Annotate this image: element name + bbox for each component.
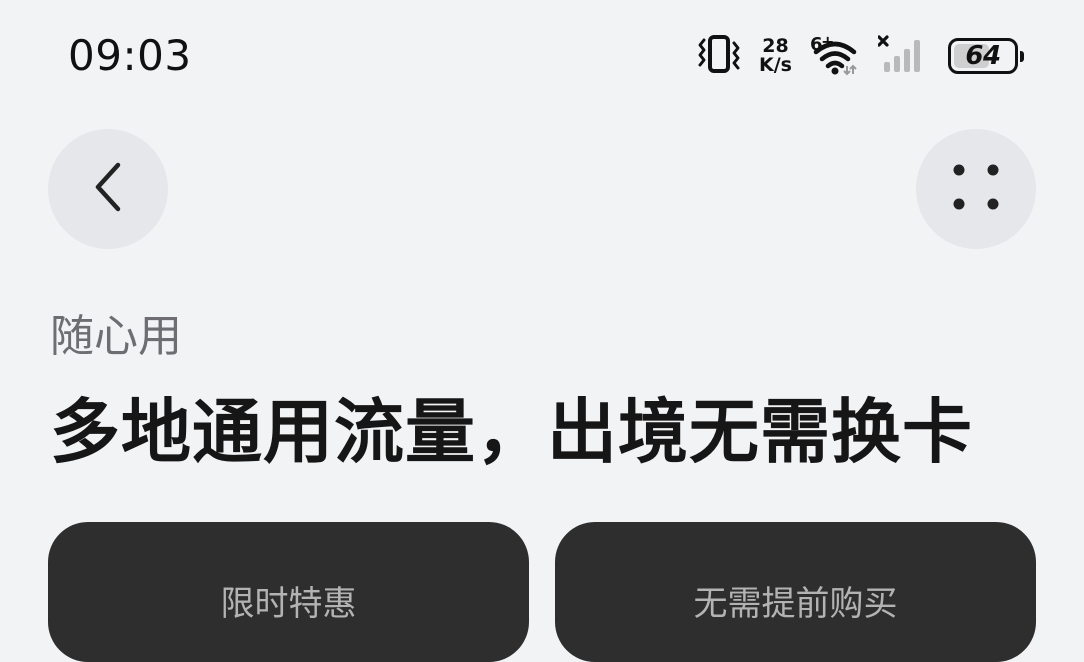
page-headline: 多地通用流量，出境无需换卡 [50,391,973,473]
promo-card-limited-offer[interactable]: 限时特惠 [48,522,529,662]
battery-level: 64 [965,41,1001,71]
card-label: 无需提前购买 [693,584,898,624]
card-label: 限时特惠 [220,584,357,624]
signal-icon [877,34,930,78]
vibrate-icon [697,34,741,78]
wifi-icon: 6 + [810,33,860,76]
back-button[interactable] [48,129,168,249]
status-time: 09:03 [68,31,192,80]
chevron-left-icon [88,157,128,221]
battery-cap [1020,51,1024,62]
network-speed: 28 K/s [759,37,792,75]
status-bar: 09:03 28 K/s 6 + 64 [0,0,1084,112]
eyebrow-text: 随心用 [50,311,182,362]
battery-icon: 64 [948,38,1024,74]
more-button[interactable] [916,129,1036,249]
promo-card-no-advance-purchase[interactable]: 无需提前购买 [555,522,1036,662]
four-dots-icon [946,157,1006,221]
status-icons: 28 K/s 6 + 64 [697,30,1024,82]
network-speed-unit: K/s [759,54,792,76]
